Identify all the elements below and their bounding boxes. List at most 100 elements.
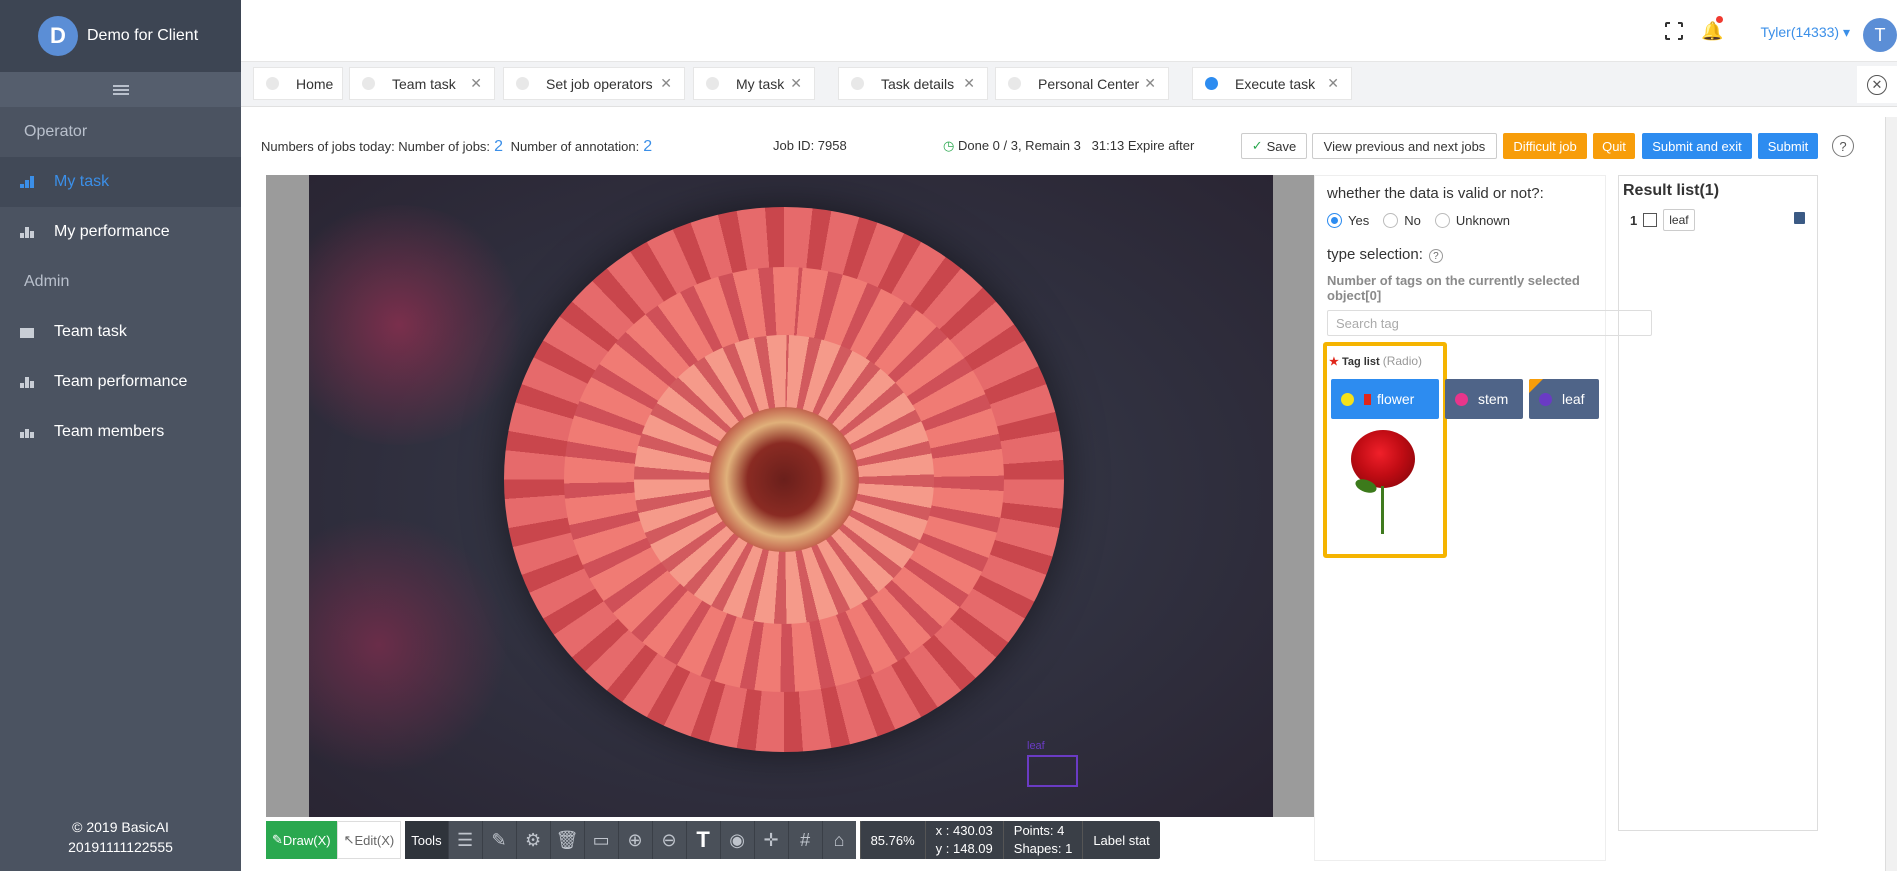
coord-x: x : 430.03 — [935, 823, 993, 838]
sidebar-item-team-task[interactable]: Team task — [0, 307, 241, 357]
pencil-icon[interactable]: ✎ — [481, 821, 516, 859]
quit-button[interactable]: Quit — [1593, 133, 1635, 159]
close-icon[interactable]: ✕ — [790, 75, 802, 92]
close-icon[interactable]: ✕ — [470, 75, 482, 92]
tab-set-job-operators[interactable]: Set job operators ✕ — [503, 67, 685, 100]
zoom-out-icon[interactable]: ⊖ — [651, 821, 686, 859]
trash-icon[interactable] — [1794, 212, 1805, 224]
job-info-bar: Numbers of jobs today: Number of jobs: 2 … — [251, 117, 1877, 173]
radio-circle — [1383, 213, 1399, 228]
submit-button[interactable]: Submit — [1758, 133, 1818, 159]
zoom-in-icon[interactable]: ⊕ — [617, 821, 652, 859]
tab-label: Home — [296, 75, 334, 92]
result-index: 1 — [1630, 212, 1638, 228]
search-tag-input[interactable]: Search tag — [1327, 310, 1652, 336]
tag-list-header: ★ Tag list (Radio) — [1329, 354, 1422, 368]
tab-dot — [266, 77, 279, 90]
question-icon[interactable]: ? — [1428, 249, 1443, 263]
brand-name: Demo for Client — [87, 27, 199, 44]
job-progress: ◷ Done 0 / 3, Remain 3 31:13 Expire afte… — [943, 138, 1194, 154]
draw-button[interactable]: ✎ Draw(X) — [266, 821, 337, 859]
tag-list-mode: (Radio) — [1382, 354, 1423, 368]
validity-radio-group: Yes No Unknown — [1327, 213, 1510, 228]
help-icon[interactable]: ? — [1832, 135, 1854, 157]
result-item[interactable]: 1 leaf — [1630, 209, 1695, 231]
view-prev-next-button[interactable]: View previous and next jobs — [1312, 133, 1497, 159]
star-icon: ★ — [1329, 356, 1339, 368]
crosshair-icon[interactable]: ✛ — [753, 821, 788, 859]
scrollbar[interactable] — [1885, 117, 1897, 871]
canvas-toolbar: ✎ Draw(X) ↖ Edit(X) Tools ☰ ✎ ⚙ 🗑 ▭ ⊕ ⊖ T … — [266, 821, 1160, 859]
draw-label: Draw(X) — [282, 832, 331, 848]
tab-home[interactable]: Home — [253, 67, 343, 100]
close-icon[interactable]: ✕ — [660, 75, 672, 92]
radio-unknown[interactable]: Unknown — [1434, 213, 1510, 228]
bounding-box[interactable] — [1027, 755, 1078, 787]
color-dot — [1341, 392, 1354, 406]
tab-execute-task[interactable]: Execute task ✕ — [1192, 67, 1352, 100]
radio-label: Yes — [1348, 213, 1370, 228]
attribute-panel: whether the data is valid or not?: Yes N… — [1314, 175, 1652, 861]
avatar[interactable]: T — [1863, 18, 1897, 52]
tag-flower[interactable]: flower — [1331, 379, 1439, 419]
close-icon[interactable]: ✕ — [1144, 75, 1156, 92]
text-icon[interactable]: T — [685, 821, 720, 859]
grid-icon[interactable]: # — [787, 821, 822, 859]
tab-dot — [516, 77, 529, 90]
brush-icon[interactable]: ⌂ — [821, 821, 856, 859]
tab-task-details[interactable]: Task details ✕ — [838, 67, 988, 100]
fullscreen-icon[interactable] — [1664, 21, 1684, 41]
eye-icon[interactable]: ◉ — [719, 821, 754, 859]
tab-label: Execute task — [1235, 75, 1316, 92]
shape-stats: Points: 4 Shapes: 1 — [1002, 821, 1083, 859]
tab-dot — [706, 77, 719, 90]
annotation-count: 2 — [643, 138, 653, 155]
expire-text: 31:13 Expire after — [1091, 138, 1195, 153]
radio-no[interactable]: No — [1383, 213, 1421, 228]
save-button[interactable]: ✓ Save — [1241, 133, 1307, 159]
close-icon[interactable]: ✕ — [963, 75, 975, 92]
sliders-icon[interactable]: ☰ — [447, 821, 482, 859]
sidebar-collapse-button[interactable] — [0, 72, 241, 107]
tab-personal-center[interactable]: Personal Center ✕ — [995, 67, 1169, 100]
work-area: Numbers of jobs today: Number of jobs: 2 … — [251, 117, 1877, 871]
sidebar-item-team-performance[interactable]: Team performance — [0, 357, 241, 407]
close-circle-icon: ✕ — [1867, 74, 1887, 95]
cursor-coords: x : 430.03 y : 148.09 — [924, 821, 1003, 859]
annotation-label: Number of annotation: — [510, 139, 640, 154]
tab-team-task[interactable]: Team task ✕ — [349, 67, 495, 100]
tag-leaf[interactable]: leaf — [1529, 379, 1599, 419]
tag-count: Number of tags on the currently selected… — [1327, 273, 1580, 303]
trash-icon[interactable]: 🗑 — [549, 821, 584, 859]
copyright-text: © 2019 BasicAI — [72, 819, 169, 835]
zoom-level: 85.76% — [859, 821, 925, 859]
mode-group: ✎ Draw(X) ↖ Edit(X) — [266, 821, 402, 859]
monitor-icon[interactable]: ▭ — [583, 821, 618, 859]
label-stat-button[interactable]: Label stat — [1082, 821, 1159, 859]
canvas-image[interactable]: leaf — [309, 175, 1273, 817]
sidebar-item-team-members[interactable]: Team members — [0, 407, 241, 457]
tab-my-task[interactable]: My task ✕ — [693, 67, 815, 100]
job-id: Job ID: 7958 — [773, 138, 847, 153]
edit-label: Edit(X) — [354, 832, 395, 848]
annotation-canvas[interactable]: leaf — [266, 175, 1314, 817]
difficult-job-button[interactable]: Difficult job — [1503, 133, 1587, 159]
sidebar-item-my-task[interactable]: My task — [0, 157, 241, 207]
validity-question: whether the data is valid or not?: — [1327, 185, 1544, 202]
user-menu[interactable]: Tyler(14333) ▾ — [1760, 24, 1850, 41]
copyright: © 2019 BasicAI 20191111122555 — [0, 817, 241, 857]
submit-exit-button[interactable]: Submit and exit — [1642, 133, 1752, 159]
bell-icon[interactable]: 🔔 — [1701, 16, 1723, 40]
tag-stem[interactable]: stem — [1445, 379, 1523, 419]
sidebar-item-label: My task — [54, 173, 110, 190]
edit-button[interactable]: ↖ Edit(X) — [336, 821, 402, 859]
radio-yes[interactable]: Yes — [1327, 213, 1369, 228]
sidebar-item-my-performance[interactable]: My performance — [0, 207, 241, 257]
gear-icon[interactable]: ⚙ — [515, 821, 550, 859]
close-icon[interactable]: ✕ — [1327, 75, 1339, 92]
briefcase-icon — [20, 326, 34, 338]
tag-label: flower — [1377, 391, 1415, 407]
close-all-tabs-button[interactable]: ✕ — [1857, 66, 1897, 103]
tab-dot-active — [1205, 77, 1218, 90]
brand[interactable]: D Demo for Client — [0, 0, 241, 72]
